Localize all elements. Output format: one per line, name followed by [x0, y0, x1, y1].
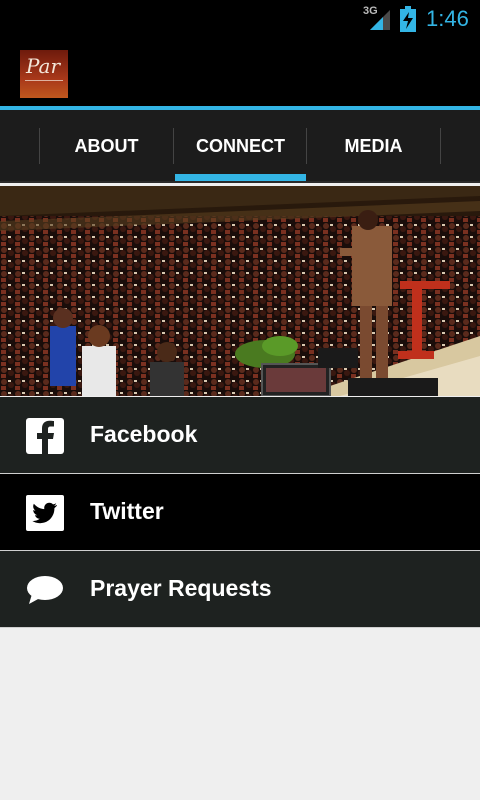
tab-bar: ABOUT CONNECT MEDIA	[0, 110, 480, 182]
action-bar: Par	[0, 38, 480, 106]
list-item-facebook[interactable]: Facebook	[0, 397, 480, 474]
church-congregation-photo	[0, 186, 480, 396]
list-item-label: Facebook	[90, 421, 198, 447]
status-bar: 3G 1:46	[0, 0, 480, 38]
speech-bubble-icon	[27, 576, 63, 604]
hero-illustration	[0, 186, 480, 396]
facebook-icon	[26, 418, 64, 454]
list-item-label: Twitter	[90, 498, 164, 524]
tab-divider	[440, 128, 441, 164]
clock: 1:46	[426, 6, 469, 31]
battery-charging-icon	[400, 6, 416, 32]
list-item-prayer-requests[interactable]: Prayer Requests	[0, 551, 480, 628]
tab-connect[interactable]: CONNECT	[174, 110, 307, 182]
list-item-twitter[interactable]: Twitter	[0, 474, 480, 551]
list-item-label: Prayer Requests	[90, 575, 272, 601]
tab-media[interactable]: MEDIA	[307, 110, 440, 182]
app-logo[interactable]: Par	[20, 50, 68, 98]
connect-list: Facebook Twitter Prayer Requests	[0, 397, 480, 628]
logo-underline	[25, 80, 63, 81]
tab-about[interactable]: ABOUT	[40, 110, 173, 182]
logo-text: Par	[26, 54, 61, 78]
tab-bar-bottom-border	[0, 181, 480, 183]
twitter-icon	[26, 495, 64, 531]
signal-icon	[370, 10, 390, 30]
